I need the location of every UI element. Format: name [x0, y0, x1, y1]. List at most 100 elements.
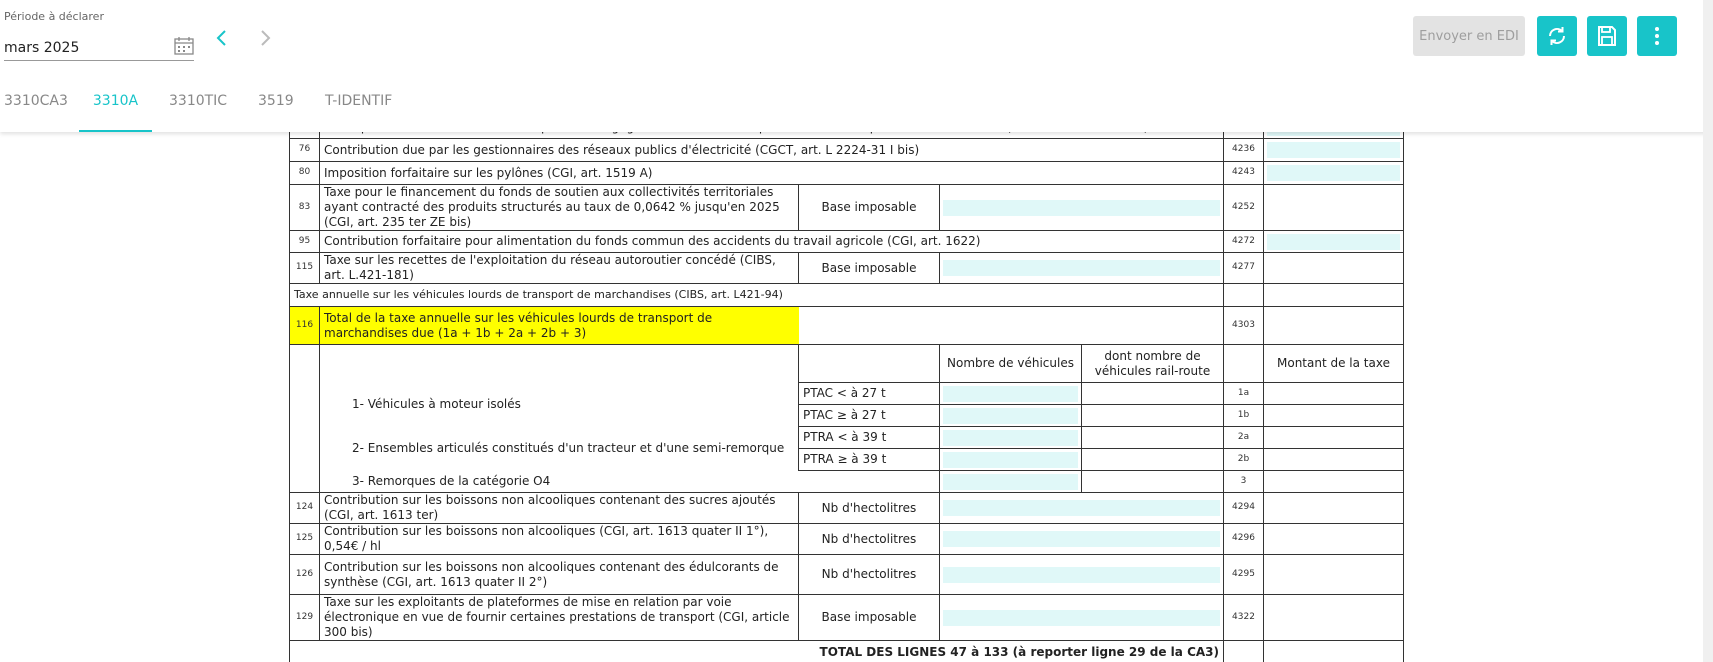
- base-input-126[interactable]: [943, 566, 1220, 583]
- refresh-button[interactable]: [1537, 16, 1577, 56]
- rail-cell: [1081, 448, 1224, 471]
- tab-t-identif[interactable]: T-IDENTIF: [325, 85, 395, 130]
- send-edi-button[interactable]: Envoyer en EDI: [1413, 16, 1525, 56]
- row-number: 95: [289, 230, 320, 253]
- nb-cell: [939, 382, 1082, 405]
- col-header-rail-road: dont nombre de véhicules rail-route: [1081, 344, 1224, 383]
- row-code: 4243: [1223, 161, 1264, 185]
- calendar-icon[interactable]: [173, 36, 195, 56]
- period-input[interactable]: [4, 36, 194, 61]
- form-3310a-table: 70 Taxe spéciale due en cas de non-respe…: [289, 116, 1404, 662]
- table-row: 116 Total de la taxe annuelle sur les vé…: [289, 306, 1404, 345]
- base-label: Base imposable: [798, 594, 940, 641]
- row-number: 80: [289, 161, 320, 185]
- more-vertical-icon: [1655, 27, 1659, 45]
- tab-3519[interactable]: 3519: [258, 85, 294, 130]
- row-code: 2b: [1223, 448, 1264, 471]
- amount-cell: [1263, 184, 1404, 231]
- table-row: 124 Contribution sur les boissons non al…: [289, 492, 1404, 524]
- base-input-129[interactable]: [943, 609, 1220, 626]
- table-row: 129 Taxe sur les exploitants de platefor…: [289, 594, 1404, 641]
- row-code: 4252: [1223, 184, 1264, 231]
- base-input-125[interactable]: [943, 531, 1220, 547]
- row-code: 3: [1223, 470, 1264, 493]
- row-number: 83: [289, 184, 320, 231]
- table-row: 95 Contribution forfaitaire pour aliment…: [289, 230, 1404, 253]
- base-input-83[interactable]: [943, 199, 1220, 216]
- amount-input-80[interactable]: [1267, 165, 1400, 181]
- amount-input-95[interactable]: [1267, 233, 1400, 250]
- table-row: 1- Véhicules à moteur isolés PTAC < à 27…: [290, 382, 1404, 427]
- base-cell: [939, 594, 1224, 641]
- nb-cell: [939, 470, 1082, 493]
- base-input-124[interactable]: [943, 500, 1220, 516]
- base-cell: [939, 252, 1224, 284]
- row-label: Taxe pour le financement du fonds de sou…: [319, 184, 799, 231]
- amount-cell: [1263, 448, 1404, 471]
- row-label: Imposition forfaitaire sur les pylônes (…: [319, 161, 1224, 185]
- vehicle-group-label: 3- Remorques de la catégorie O4: [319, 470, 940, 493]
- table-row: Nombre de véhicules dont nombre de véhic…: [289, 344, 1404, 493]
- rail-cell: [1081, 426, 1224, 449]
- chevron-left-icon: [216, 30, 226, 46]
- save-icon: [1598, 26, 1616, 46]
- amount-input-76[interactable]: [1267, 142, 1400, 158]
- base-cell: [939, 554, 1224, 595]
- tab-3310a[interactable]: 3310A: [79, 85, 152, 132]
- chevron-right-icon: [261, 30, 271, 46]
- row-code: 4236: [1223, 138, 1264, 162]
- table-row: 126 Contribution sur les boissons non al…: [289, 554, 1404, 595]
- nb-input-2b[interactable]: [943, 451, 1078, 468]
- row-label-highlighted: Total de la taxe annuelle sur les véhicu…: [319, 306, 799, 345]
- scrollbar-track[interactable]: [1703, 0, 1713, 662]
- next-period-button[interactable]: [255, 26, 275, 50]
- vehicle-subcategory: PTAC ≥ à 27 t: [798, 404, 940, 427]
- amount-cell: [1263, 230, 1404, 253]
- tab-3310ca3[interactable]: 3310CA3: [4, 85, 68, 130]
- row-code: [1223, 344, 1264, 383]
- row-number: 124: [289, 492, 320, 524]
- table-row: 125 Contribution sur les boissons non al…: [289, 523, 1404, 555]
- row-label: Contribution forfaitaire pour alimentati…: [319, 230, 1224, 253]
- nb-input-3[interactable]: [943, 473, 1078, 490]
- top-toolbar: Période à déclarer 3310CA3 3310A 3310TIC…: [0, 0, 1713, 132]
- nb-input-1a[interactable]: [943, 385, 1078, 402]
- section-title: Taxe annuelle sur les véhicules lourds d…: [289, 283, 1224, 307]
- nb-input-2a[interactable]: [943, 429, 1078, 446]
- tab-3310tic[interactable]: 3310TIC: [169, 85, 231, 130]
- col-header-amount: Montant de la taxe: [1263, 344, 1404, 383]
- row-spacer: [798, 306, 1224, 345]
- table-row: TOTAL DES LIGNES 47 à 133 (à reporter li…: [289, 640, 1404, 662]
- row-number: [289, 344, 320, 493]
- row-number: 129: [289, 594, 320, 641]
- row-label: Contribution due par les gestionnaires d…: [319, 138, 1224, 162]
- rail-cell: [1081, 404, 1224, 427]
- vehicle-subcategory: PTAC < à 27 t: [798, 382, 940, 405]
- row-code: 1b: [1223, 404, 1264, 427]
- base-cell: [939, 184, 1224, 231]
- nb-input-1b[interactable]: [943, 407, 1078, 424]
- amount-cell: [1263, 470, 1404, 493]
- row-code: [1223, 283, 1264, 307]
- amount-cell: [1263, 554, 1404, 595]
- row-code: 1a: [1223, 382, 1264, 405]
- amount-cell: [1263, 426, 1404, 449]
- period-label: Période à déclarer: [4, 10, 104, 23]
- vehicle-header-spacer: [319, 344, 799, 383]
- more-options-button[interactable]: [1637, 16, 1677, 56]
- base-label: Base imposable: [798, 184, 940, 231]
- row-code: 4295: [1223, 554, 1264, 595]
- vehicle-subcategory: PTRA < à 39 t: [798, 426, 940, 449]
- row-label: Contribution sur les boissons non alcool…: [319, 523, 799, 555]
- base-label: Base imposable: [798, 252, 940, 284]
- row-number: 115: [289, 252, 320, 284]
- amount-cell: [1263, 382, 1404, 405]
- previous-period-button[interactable]: [212, 26, 232, 50]
- base-label: Nb d'hectolitres: [798, 523, 940, 555]
- amount-cell: [1263, 523, 1404, 555]
- vehicle-subcategory: PTRA ≥ à 39 t: [798, 448, 940, 471]
- base-input-115[interactable]: [943, 260, 1220, 276]
- table-row: 3- Remorques de la catégorie O4 3: [290, 470, 1404, 493]
- row-number: 76: [289, 138, 320, 162]
- save-button[interactable]: [1587, 16, 1627, 56]
